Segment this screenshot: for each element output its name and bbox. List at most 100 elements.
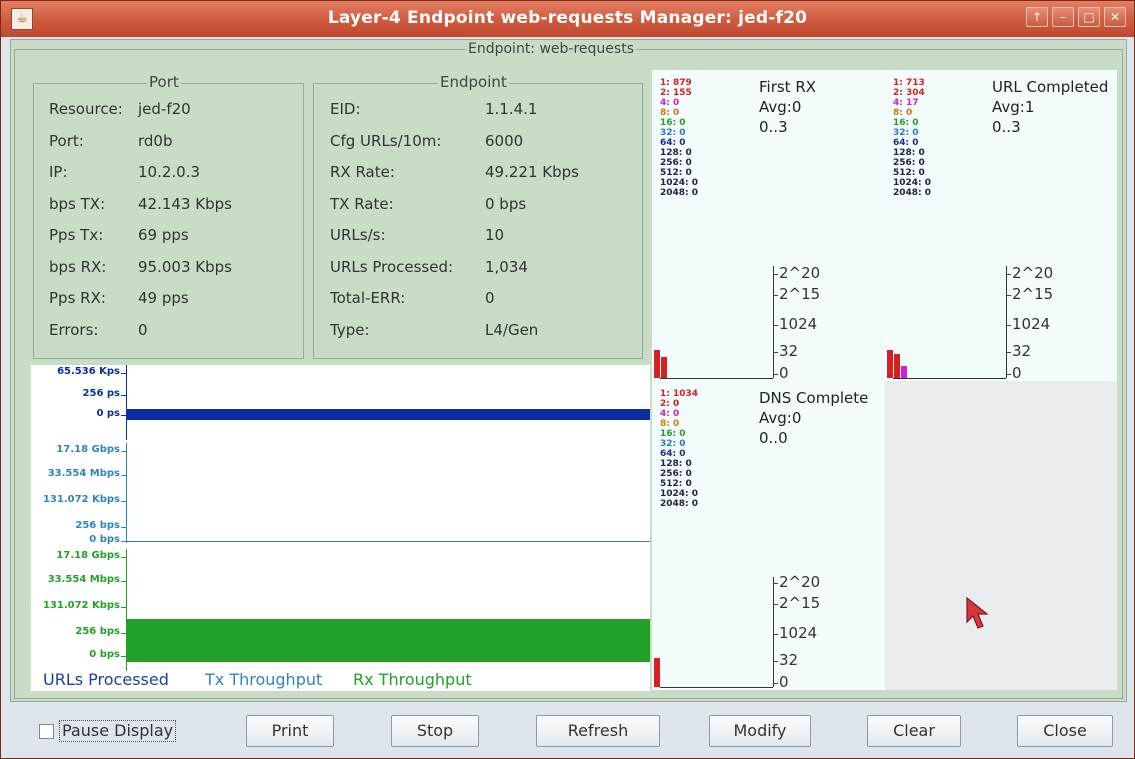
window: ☕ Layer-4 Endpoint web-requests Manager:… [0,0,1135,759]
tx-axis-tick-label: 0 bps [89,534,120,545]
dns-complete-histogram: 1: 1034 2: 0 4: 0 8: 0 16: 0 32: 0 64: 0 128: 0… [652,381,885,691]
endpoint-value: 10 [485,226,505,244]
close-window-button[interactable]: ✕ [1104,7,1126,27]
mouse-cursor-icon [966,596,989,629]
port-value: 10.2.0.3 [138,163,201,181]
histogram-bar [887,350,893,378]
pause-display-label[interactable]: Pause Display [59,720,177,742]
histogram-axis-label: 1024 [779,315,818,333]
histogram-bar [654,349,660,378]
rx-throughput-graph: 17.18 Gbps 33.554 Mbps 131.072 Kbps 256 bps… [31,549,650,671]
histogram-bin-count: 8: 0 [660,419,680,429]
rx-axis-tick [121,607,126,608]
histogram-axis-tick [1006,274,1011,275]
endpoint-label: URLs/s: [330,226,386,244]
port-value: 42.143 Kbps [138,194,232,213]
raise-window-button[interactable]: ↑ [1026,7,1048,27]
urls-axis-tick [121,373,126,374]
histogram-axis-label: 32 [779,342,799,360]
endpoint-label: EID: [330,100,361,118]
histogram-average: Avg:0 [759,409,802,427]
histogram-y-axis [1006,266,1007,378]
tx-throughput-graph: 17.18 Gbps 33.554 Mbps 131.072 Kbps 256 bps… [31,443,650,545]
histogram-bin-count: 128: 0 [893,148,925,158]
port-value: 49 pps [138,289,189,307]
pause-display-checkbox[interactable] [39,724,54,739]
histogram-axis-tick [773,352,778,353]
histogram-range: 0..3 [992,118,1021,136]
urls-axis-line [126,365,127,440]
histogram-axis-tick [773,295,778,296]
tx-axis-tick-label: 33.554 Mbps [47,468,120,479]
histogram-bin-count: 64: 0 [660,449,686,459]
histogram-bin-count: 128: 0 [660,459,692,469]
urls-processed-graph: 65.536 Kps 256 ps 0 ps [31,365,650,440]
minimize-window-button[interactable]: – [1052,7,1074,27]
endpoint-value: 6000 [485,131,524,150]
histogram-bin-count: 1: 713 [893,78,925,88]
endpoint-label: Cfg URLs/10m: [330,131,442,150]
histogram-axis-label: 2^15 [1012,285,1054,303]
stop-button[interactable]: Stop [391,715,479,747]
endpoint-value: 0 [485,289,495,307]
histogram-x-axis [660,378,773,379]
histogram-bin-count: 1024: 0 [893,178,932,188]
histogram-bin-count: 4: 0 [660,409,680,419]
histogram-axis-tick [1006,352,1011,353]
button-bar: Pause Display Print Stop Refresh Modify … [1,704,1134,758]
tx-axis-tick [121,527,126,528]
maximize-window-button[interactable]: □ [1078,7,1100,27]
endpoint-value: L4/Gen [485,320,539,339]
endpoint-label: RX Rate: [330,163,395,181]
port-label: Port: [49,131,84,150]
title-bar[interactable]: ☕ Layer-4 Endpoint web-requests Manager:… [1,1,1134,37]
histogram-bin-count: 32: 0 [660,439,686,449]
port-value: jed-f20 [138,100,191,118]
histogram-bin-count: 16: 0 [893,118,919,128]
refresh-button[interactable]: Refresh [536,715,660,747]
close-button[interactable]: Close [1017,715,1113,747]
tx-axis-tick [121,501,126,502]
endpoint-box [313,83,643,359]
histogram-title: DNS Complete [759,389,869,407]
histogram-axis-label: 1024 [1012,315,1051,333]
histogram-axis-tick [773,683,778,684]
urls-axis-tick [121,395,126,396]
group-title: Endpoint: web-requests [466,41,636,57]
histogram-bar [654,658,660,687]
histogram-bin-count: 32: 0 [660,128,686,138]
histogram-bin-count: 1024: 0 [660,489,699,499]
rx-axis-tick-label: 0 bps [89,649,120,660]
port-label: bps TX: [49,194,106,213]
port-box [33,83,304,359]
histogram-y-axis [773,266,774,378]
histogram-axis-label: 0 [1012,364,1022,382]
histogram-axis-tick [773,374,778,375]
print-button[interactable]: Print [246,715,334,747]
histogram-axis-label: 2^20 [779,264,821,282]
histogram-title: First RX [759,78,817,96]
histogram-axis-label: 0 [779,364,789,382]
endpoint-label: Total-ERR: [330,289,406,307]
histogram-bar [901,365,907,378]
port-value: rd0b [138,131,173,150]
histogram-bin-count: 128: 0 [660,148,692,158]
legend-rx-throughput: Rx Throughput [353,670,472,689]
port-value: 0 [138,320,148,339]
port-box-title: Port [147,73,181,91]
histogram-axis-tick [773,274,778,275]
endpoint-box-title: Endpoint [438,73,509,91]
rx-axis-tick [121,581,126,582]
clear-button[interactable]: Clear [867,715,961,747]
url-completed-histogram: 1: 713 2: 304 4: 17 8: 0 16: 0 32: 0 64: 0 128:… [885,70,1117,382]
endpoint-value: 0 bps [485,194,527,213]
histogram-bin-count: 2: 155 [660,88,692,98]
rx-axis-tick-label: 256 bps [75,626,120,637]
legend-urls-processed: URLs Processed [43,670,169,689]
modify-button[interactable]: Modify [709,715,811,747]
histogram-bin-count: 256: 0 [660,158,692,168]
histogram-range: 0..0 [759,429,788,447]
histogram-bin-count: 8: 0 [660,108,680,118]
port-label: Errors: [49,320,99,339]
port-value: 69 pps [138,226,189,244]
